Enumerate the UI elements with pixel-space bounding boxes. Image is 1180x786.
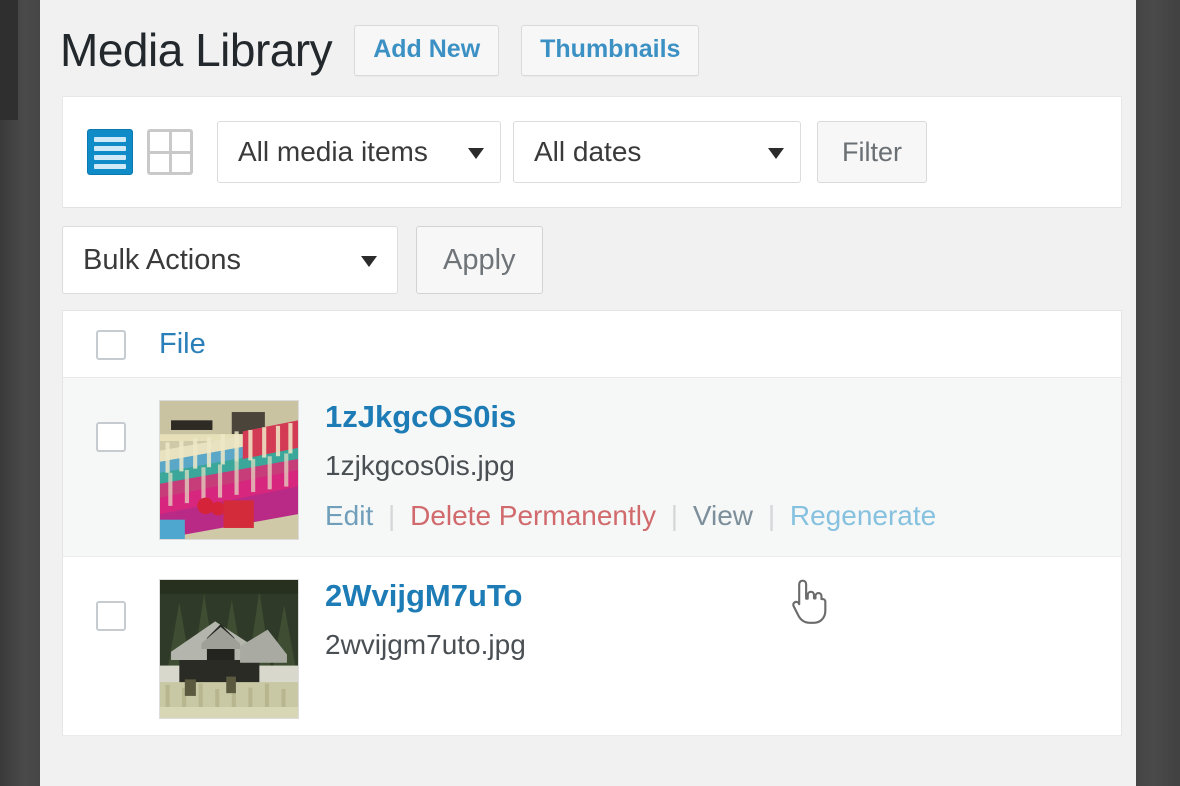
view-mode-switch [87, 129, 193, 175]
screen: Media Library Add New Thumbnails All med… [0, 0, 1180, 786]
regenerate-link[interactable]: Regenerate [790, 500, 936, 531]
action-separator: | [767, 499, 776, 531]
table-row[interactable]: 2WvijgM7uTo 2wvijgm7uto.jpg [63, 557, 1121, 736]
grid-view-icon[interactable] [147, 129, 193, 175]
thumbnails-button[interactable]: Thumbnails [521, 24, 700, 76]
list-view-icon[interactable] [87, 129, 133, 175]
add-new-button[interactable]: Add New [354, 24, 500, 76]
table-row[interactable]: 1zJkgcOS0is 1zjkgcos0is.jpg Edit | Delet… [63, 378, 1121, 557]
media-type-select-value: All media items [238, 136, 428, 167]
list-icon-bar [94, 164, 126, 169]
select-all-checkbox[interactable] [96, 330, 126, 360]
page-title: Media Library [60, 24, 333, 76]
media-filename: 2wvijgm7uto.jpg [325, 629, 526, 661]
page-header: Media Library Add New Thumbnails [40, 0, 1136, 86]
media-type-select[interactable]: All media items [217, 121, 501, 183]
file-details: 2WvijgM7uTo 2wvijgm7uto.jpg [299, 575, 526, 662]
row-checkbox[interactable] [96, 422, 126, 452]
list-icon-bar [94, 146, 126, 151]
select-all-cell [63, 328, 159, 360]
action-separator: | [670, 499, 679, 531]
list-icon-bar [94, 155, 126, 160]
file-details: 1zJkgcOS0is 1zjkgcos0is.jpg Edit | Delet… [299, 396, 936, 532]
column-header-file[interactable]: File [159, 328, 206, 361]
chevron-down-icon [468, 148, 484, 159]
row-actions: Edit | Delete Permanently | View | Regen… [325, 499, 936, 533]
thumbnail-image-1 [160, 401, 298, 539]
row-checkbox[interactable] [96, 601, 126, 631]
sidebar-dark-block [0, 0, 18, 120]
media-library-page: Media Library Add New Thumbnails All med… [40, 0, 1136, 786]
media-filename: 1zjkgcos0is.jpg [325, 450, 515, 482]
grid-icon-cell [150, 153, 169, 172]
bulk-actions-select[interactable]: Bulk Actions [62, 226, 398, 294]
grid-icon-cell [171, 132, 190, 151]
view-link[interactable]: View [693, 500, 753, 531]
filter-button[interactable]: Filter [817, 121, 927, 183]
action-separator: | [388, 499, 396, 531]
media-table: File 1zJkgcOS0is 1zjkgcos0is.jpg Edit | … [62, 310, 1122, 736]
chevron-down-icon [361, 256, 377, 267]
table-header-row: File [63, 311, 1121, 378]
row-select-cell [63, 575, 159, 631]
date-select-value: All dates [534, 136, 642, 167]
bulk-actions-bar: Bulk Actions Apply [40, 208, 1136, 310]
grid-icon-cell [171, 153, 190, 172]
delete-permanently-link[interactable]: Delete Permanently [410, 500, 656, 531]
thumbnail-image-2 [160, 580, 298, 718]
browser-right-chrome [1136, 0, 1180, 786]
media-thumbnail[interactable] [159, 400, 299, 540]
chevron-down-icon [768, 148, 784, 159]
media-thumbnail[interactable] [159, 579, 299, 719]
bulk-actions-select-value: Bulk Actions [83, 243, 241, 276]
row-select-cell [63, 396, 159, 452]
media-toolbar: All media items All dates Filter [62, 96, 1122, 208]
admin-sidebar-edge [0, 0, 40, 786]
media-title-link[interactable]: 1zJkgcOS0is [325, 398, 516, 435]
apply-button[interactable]: Apply [416, 226, 543, 294]
media-title-link[interactable]: 2WvijgM7uTo [325, 577, 522, 614]
grid-icon-cell [150, 132, 169, 151]
date-select[interactable]: All dates [513, 121, 801, 183]
list-icon-bar [94, 137, 126, 142]
edit-link[interactable]: Edit [325, 500, 373, 531]
